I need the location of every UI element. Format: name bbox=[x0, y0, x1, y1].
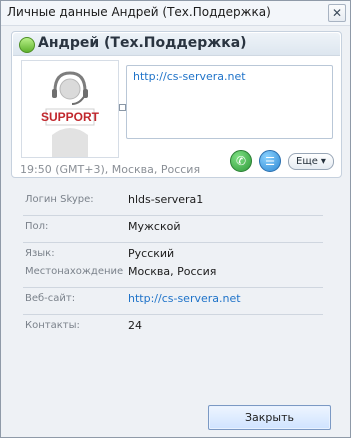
detail-row-login: Логин Skype: hlds-servera1 bbox=[23, 193, 323, 211]
detail-value: 24 bbox=[128, 319, 142, 332]
online-status-icon bbox=[19, 37, 35, 53]
avatar[interactable]: SUPPORT bbox=[21, 60, 119, 158]
website-link[interactable]: http://cs-servera.net bbox=[128, 292, 241, 305]
window-title: Личные данные Андрей (Тех.Поддержка) bbox=[7, 5, 271, 19]
more-button[interactable]: Еще ▾ bbox=[288, 153, 334, 170]
detail-row-gender: Пол: Мужской bbox=[23, 220, 323, 238]
detail-label: Язык: bbox=[25, 248, 55, 259]
detail-value: Москва, Россия bbox=[128, 265, 217, 278]
support-avatar-image: SUPPORT bbox=[22, 61, 118, 157]
detail-value: Русский bbox=[128, 247, 175, 260]
mood-message-box[interactable]: http://cs-servera.net bbox=[126, 65, 333, 139]
detail-row-website: Веб-сайт: http://cs-servera.net bbox=[23, 292, 323, 310]
profile-header: Андрей (Тех.Поддержка) bbox=[13, 33, 340, 56]
close-button[interactable]: Закрыть bbox=[208, 405, 331, 430]
divider bbox=[23, 242, 323, 243]
detail-row-contacts: Контакты: 24 bbox=[23, 319, 323, 337]
detail-label: Логин Skype: bbox=[25, 194, 94, 205]
detail-label: Контакты: bbox=[25, 320, 80, 331]
window-close-button[interactable]: ✕ bbox=[328, 4, 346, 22]
divider bbox=[23, 215, 323, 216]
profile-window: Личные данные Андрей (Тех.Поддержка) ✕ А… bbox=[0, 0, 351, 438]
profile-details: Логин Skype: hlds-servera1 Пол: Мужской … bbox=[23, 193, 323, 337]
avatar-resize-handle[interactable] bbox=[119, 104, 126, 111]
detail-label: Местонахождение bbox=[25, 266, 124, 277]
close-icon: ✕ bbox=[331, 6, 343, 20]
avatar-support-text: SUPPORT bbox=[41, 110, 100, 124]
call-icon: ✆ bbox=[235, 154, 247, 168]
mood-message-link[interactable]: http://cs-servera.net bbox=[133, 70, 246, 83]
contact-name: Андрей (Тех.Поддержка) bbox=[38, 35, 247, 51]
detail-label: Пол: bbox=[25, 221, 49, 232]
dialog-footer: Закрыть bbox=[1, 394, 350, 437]
detail-value: Мужской bbox=[128, 220, 181, 233]
title-bar: Личные данные Андрей (Тех.Поддержка) ✕ bbox=[1, 1, 350, 26]
local-time: 19:50 (GMT+3), Москва, Россия bbox=[20, 163, 201, 176]
detail-row-location: Местонахождение Москва, Россия bbox=[23, 265, 323, 283]
detail-value: hlds-servera1 bbox=[128, 193, 204, 206]
detail-row-language: Язык: Русский bbox=[23, 247, 323, 265]
chat-button[interactable]: ☰ bbox=[259, 150, 281, 172]
detail-label: Веб-сайт: bbox=[25, 293, 76, 304]
divider bbox=[23, 314, 323, 315]
chevron-down-icon: ▾ bbox=[320, 156, 326, 167]
profile-card: Андрей (Тех.Поддержка) SUPPORT http://cs… bbox=[11, 31, 342, 178]
more-button-label: Еще bbox=[296, 156, 318, 167]
call-button[interactable]: ✆ bbox=[230, 150, 252, 172]
chat-icon: ☰ bbox=[265, 154, 275, 168]
divider bbox=[23, 287, 323, 288]
